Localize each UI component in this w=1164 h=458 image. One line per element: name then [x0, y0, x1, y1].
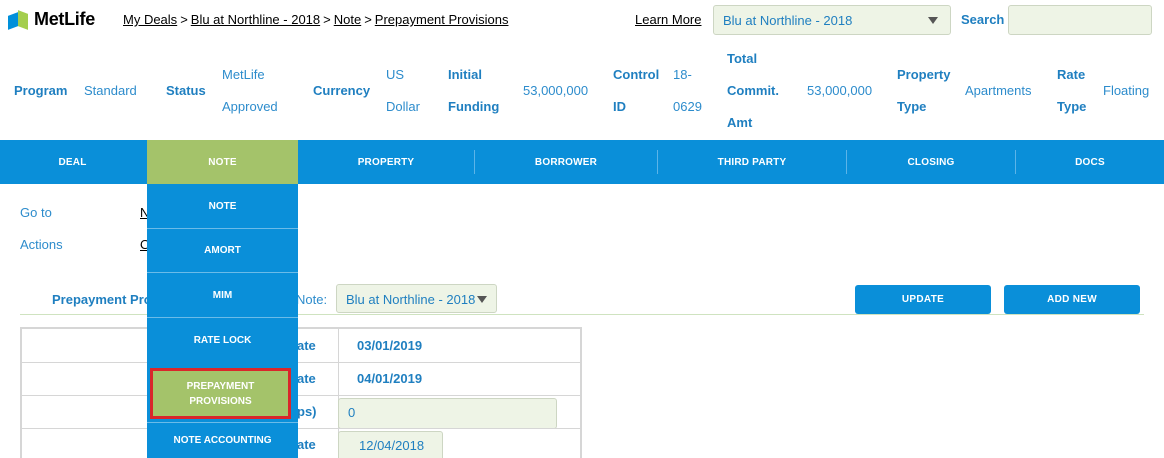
program-value: Standard [84, 83, 137, 98]
table-row: ate 03/01/2019 [22, 329, 580, 362]
breadcrumb-prepayment-provisions[interactable]: Prepayment Provisions [375, 12, 509, 27]
breadcrumb-note[interactable]: Note [334, 12, 361, 27]
menu-item-label-line2: PROVISIONS [189, 395, 252, 407]
initial-funding-label-line1: Initial [448, 67, 482, 82]
total-commit-label-line1: Total [727, 51, 758, 66]
chevron-down-icon [928, 17, 938, 24]
update-button[interactable]: UPDATE [855, 285, 991, 314]
deal-info-strip: Program Standard Status MetLife Approved… [0, 40, 1164, 140]
tab-borrower[interactable]: BORROWER [475, 140, 657, 184]
total-commit-label-line3: Amt [727, 115, 753, 130]
rate-type-value: Floating [1103, 83, 1150, 98]
currency-value-line1: US [386, 67, 405, 82]
add-new-button[interactable]: ADD NEW [1004, 285, 1140, 314]
property-type-value: Apartments [965, 83, 1032, 98]
menu-item-note-accounting[interactable]: NOTE ACCOUNTING [147, 422, 298, 458]
table-row: ate 12/04/2018 [22, 428, 580, 458]
tab-deal[interactable]: DEAL [0, 140, 145, 184]
total-commit-label-line2: Commit. [727, 83, 779, 98]
note-dropdown-menu: NOTE AMORT MIM RATE LOCK PREPAYMENT PROV… [147, 184, 298, 458]
rate-type-label-line1: Rate [1057, 67, 1086, 82]
currency-value-line2: Dollar [386, 99, 420, 114]
program-label: Program [14, 83, 68, 98]
tab-closing[interactable]: CLOSING [847, 140, 1015, 184]
deal-select[interactable]: Blu at Northline - 2018 [713, 5, 951, 35]
row-label: ate [297, 338, 316, 353]
control-id-value-line1: 18- [673, 67, 692, 82]
breadcrumb: My Deals > Blu at Northline - 2018 > Note > Pr… [123, 12, 508, 27]
initial-funding-value: 53,000,000 [523, 83, 589, 98]
search-label: Search [961, 12, 1005, 27]
row-label: ate [297, 437, 316, 452]
status-label: Status [166, 83, 206, 98]
menu-item-rate-lock[interactable]: RATE LOCK [147, 317, 298, 362]
note-label: Note: [296, 292, 328, 307]
learn-more-link[interactable]: Learn More [635, 12, 701, 27]
metlife-logo-icon [8, 9, 30, 30]
row-label: ate [297, 371, 316, 386]
note-select-value: Blu at Northline - 2018 [346, 292, 476, 307]
total-commit-value: 53,000,000 [807, 83, 873, 98]
note-select[interactable]: Blu at Northline - 2018 [336, 284, 497, 313]
tab-note[interactable]: NOTE [147, 140, 298, 184]
table-row: ate 04/01/2019 [22, 362, 580, 395]
tab-third-party[interactable]: THIRD PARTY [658, 140, 846, 184]
breadcrumb-separator: > [364, 12, 372, 27]
search-input[interactable] [1008, 5, 1152, 35]
control-id-label-line1: Control [613, 67, 660, 82]
row-label: ps) [297, 404, 317, 419]
row-value: 04/01/2019 [357, 371, 423, 386]
property-type-label-line1: Property [897, 67, 951, 82]
breadcrumb-separator: > [323, 12, 331, 27]
menu-item-note[interactable]: NOTE [147, 184, 298, 228]
initial-funding-label-line2: Funding [448, 99, 500, 114]
logo-text: MetLife [34, 9, 95, 29]
menu-item-mim[interactable]: MIM [147, 272, 298, 317]
main-nav: DEAL NOTE PROPERTY BORROWER THIRD PARTY … [0, 140, 1164, 184]
metlife-logo[interactable]: MetLife [8, 9, 95, 30]
goto-label: Go to [20, 205, 52, 220]
menu-item-label-line1: PREPAYMENT [186, 380, 255, 392]
control-id-label-line2: ID [613, 99, 626, 114]
tab-property[interactable]: PROPERTY [298, 140, 474, 184]
menu-item-amort[interactable]: AMORT [147, 228, 298, 272]
row-input[interactable]: 0 [338, 398, 557, 429]
breadcrumb-separator: > [180, 12, 188, 27]
control-id-value-line2: 0629 [673, 99, 702, 114]
tab-docs[interactable]: DOCS [1016, 140, 1164, 184]
table-row: ps) 0 [22, 395, 580, 429]
menu-item-prepayment-provisions[interactable]: PREPAYMENT PROVISIONS [150, 368, 291, 419]
deal-select-value: Blu at Northline - 2018 [723, 13, 853, 28]
breadcrumb-my-deals[interactable]: My Deals [123, 12, 177, 27]
rate-type-label-line2: Type [1057, 99, 1087, 114]
property-type-label-line2: Type [897, 99, 927, 114]
top-bar: MetLife My Deals > Blu at Northline - 2018… [0, 0, 1164, 40]
row-value: 03/01/2019 [357, 338, 423, 353]
breadcrumb-deal[interactable]: Blu at Northline - 2018 [191, 12, 320, 27]
actions-label: Actions [20, 237, 63, 252]
prepayment-table: ate 03/01/2019 ate 04/01/2019 ps) 0 ate … [20, 327, 582, 458]
row-date-input[interactable]: 12/04/2018 [338, 431, 443, 458]
section-title: Prepayment Pro [52, 292, 152, 307]
currency-label: Currency [313, 83, 371, 98]
chevron-down-icon [477, 296, 487, 303]
status-value-line2: Approved [222, 99, 278, 114]
status-value-line1: MetLife [222, 67, 265, 82]
